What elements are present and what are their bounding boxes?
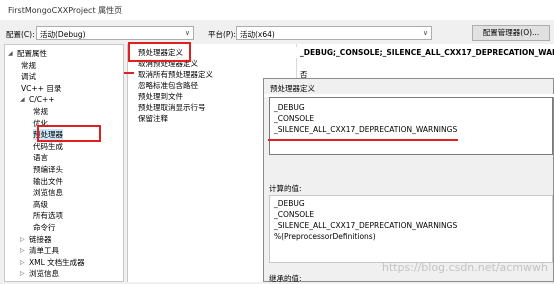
computed-values-box: _DEBUG _CONSOLE _SILENCE_ALL_CXX17_DEPRECA…: [269, 195, 553, 263]
tree-item-label: 代码生成: [33, 141, 63, 151]
tree-item[interactable]: ▷ 链接器: [20, 234, 52, 245]
computed-line: _DEBUG: [274, 199, 305, 208]
platform-value: 活动(x64): [240, 30, 275, 39]
expand-icon[interactable]: ▷: [20, 268, 25, 279]
tree-item[interactable]: 命令行: [33, 222, 56, 233]
chevron-down-icon: ∨: [184, 29, 190, 37]
tree-item-label: 所有选项: [33, 211, 63, 221]
tree-item-label: 输出文件: [33, 176, 63, 186]
tree-item[interactable]: 浏览信息: [33, 187, 63, 198]
tree-item[interactable]: 代码生成: [33, 141, 63, 152]
tree-item[interactable]: 高级: [33, 199, 48, 210]
tree-item[interactable]: ▷ 清单工具: [20, 245, 59, 256]
tree-item-label: VC++ 目录: [21, 83, 62, 93]
tree-item-label: 高级: [33, 199, 48, 209]
tree-item-label: 浏览信息: [29, 269, 59, 279]
watermark: https://blog.csdn.net/acmwwh: [381, 261, 548, 274]
config-label: 配置(C):: [6, 30, 35, 39]
config-row: 配置(C): 活动(Debug) ∨ 平台(P): 活动(x64) ∨ 配置管理…: [0, 22, 554, 44]
red-underline-definitions: [268, 139, 458, 141]
tree-item-label: 调试: [21, 72, 36, 82]
computed-values-label: 计算的值:: [269, 184, 302, 193]
property-row[interactable]: 预处理器定义 _DEBUG;_CONSOLE;_SILENCE_ALL_CXX17…: [128, 47, 554, 58]
definition-line: _CONSOLE: [274, 114, 315, 123]
tree-item[interactable]: ▷ 浏览信息: [20, 268, 59, 279]
collapse-icon[interactable]: ◢: [20, 94, 25, 105]
definitions-edit-box[interactable]: _DEBUG _CONSOLE _SILENCE_ALL_CXX17_DEPRECA…: [269, 97, 553, 155]
computed-line: _SILENCE_ALL_CXX17_DEPRECATION_WARNINGS: [274, 221, 458, 230]
tree-item-label: 链接器: [29, 234, 52, 244]
tree-item-label: 清单工具: [29, 246, 59, 256]
property-tree: ◢ 配置属性 常规 调试 VC++ 目录 ◢ C/C++ 常规 优化 预处理器 代码生成 语言 预编译头…: [4, 44, 124, 282]
property-name: 忽略标准包含路径: [138, 81, 198, 90]
chevron-down-icon: ∨: [422, 29, 428, 37]
tree-item-label: 常规: [21, 60, 36, 70]
tree-item[interactable]: 调试: [21, 71, 36, 82]
platform-select[interactable]: 活动(x64) ∨: [236, 26, 432, 40]
config-manager-button[interactable]: 配置管理器(O)...: [472, 25, 550, 41]
dialog-title: 预处理器定义: [270, 84, 315, 93]
computed-line: %(PreprocessorDefinitions): [274, 232, 376, 241]
property-name: 预处理到文件: [138, 92, 183, 101]
highlight-preprocessor-definitions: [128, 42, 191, 62]
tree-item-label: 浏览信息: [33, 188, 63, 198]
tree-item-label: 配置属性: [17, 49, 47, 58]
platform-label: 平台(P):: [208, 30, 236, 39]
property-value: _DEBUG;_CONSOLE;_SILENCE_ALL_CXX17_DEPRE…: [300, 48, 554, 57]
tree-item[interactable]: 常规: [21, 60, 36, 71]
inherited-values-label: 继承的值:: [269, 274, 302, 283]
tree-item[interactable]: 预编译头: [33, 164, 63, 175]
expand-icon[interactable]: ▷: [20, 257, 25, 268]
property-name: 保留注释: [138, 114, 168, 123]
tree-item[interactable]: ◢ 配置属性: [8, 48, 47, 59]
config-value: 活动(Debug): [40, 30, 86, 39]
tree-item[interactable]: 所有选项: [33, 210, 63, 221]
tree-item-label: 预编译头: [33, 165, 63, 174]
tree-item-label: 常规: [33, 107, 48, 116]
tree-item-label: 语言: [33, 153, 48, 163]
tree-item[interactable]: ▷ XML 文档生成器: [20, 257, 85, 268]
property-name: 预处理取消显示行号: [138, 103, 206, 112]
property-name: 取消所有预处理器定义: [138, 70, 213, 79]
red-underline-mark: [124, 72, 134, 74]
expand-icon[interactable]: ▷: [20, 234, 25, 245]
window-title: FirstMongoCXXProject 属性页: [8, 6, 123, 15]
definition-line: _SILENCE_ALL_CXX17_DEPRECATION_WARNINGS: [274, 125, 458, 134]
tree-item-label: C/C++: [29, 95, 55, 105]
highlight-preprocessor-tree-item: [37, 125, 101, 142]
tree-item[interactable]: 输出文件: [33, 176, 63, 187]
definition-line: _DEBUG: [274, 103, 305, 112]
title-bar: FirstMongoCXXProject 属性页: [0, 0, 554, 20]
collapse-icon[interactable]: ◢: [8, 48, 13, 59]
tree-item[interactable]: VC++ 目录: [21, 83, 61, 94]
tree-item-label: 命令行: [33, 223, 56, 232]
tree-item[interactable]: 语言: [33, 152, 48, 163]
preprocessor-definitions-dialog: 预处理器定义 _DEBUG _CONSOLE _SILENCE_ALL_CXX17_…: [263, 78, 554, 283]
config-select[interactable]: 活动(Debug) ∨: [36, 26, 194, 40]
tree-item[interactable]: 常规: [33, 106, 48, 117]
computed-line: _CONSOLE: [274, 210, 315, 219]
tree-item[interactable]: ◢ C/C++: [20, 94, 55, 105]
expand-icon[interactable]: ▷: [20, 245, 25, 256]
property-row[interactable]: 取消预处理器定义: [128, 58, 554, 69]
tree-item-label: XML 文档生成器: [29, 257, 85, 267]
